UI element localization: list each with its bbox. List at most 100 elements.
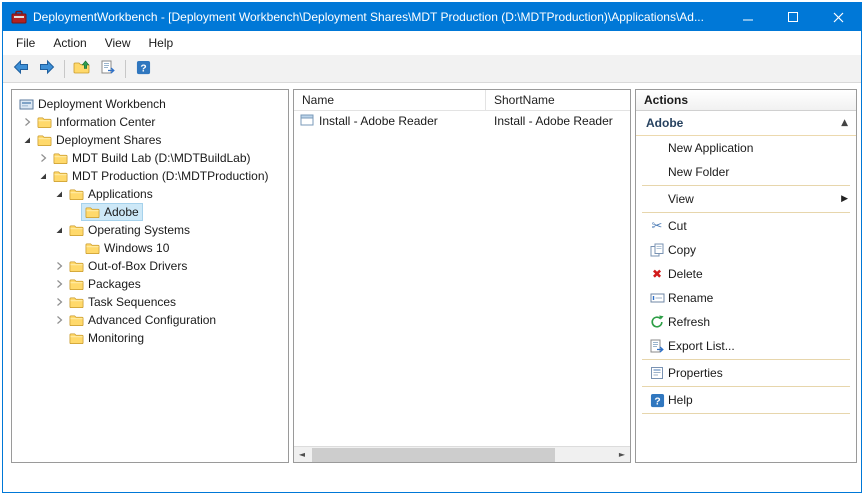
- folder-icon: [36, 134, 52, 147]
- tree-item-mdt-production-d-mdtproduction[interactable]: MDT Production (D:\MDTProduction): [12, 167, 288, 185]
- tree-item-deployment-shares[interactable]: Deployment Shares: [12, 131, 288, 149]
- maximize-button[interactable]: [771, 3, 816, 31]
- scrollbar-track[interactable]: [310, 447, 614, 463]
- chevron-collapsed-icon[interactable]: [52, 261, 66, 271]
- action-cut[interactable]: ✂Cut: [636, 214, 856, 238]
- actions-separator: [642, 185, 850, 186]
- action-new-application[interactable]: New Application: [636, 136, 856, 160]
- tree-item-applications[interactable]: Applications: [12, 185, 288, 203]
- tree-item-advanced-configuration[interactable]: Advanced Configuration: [12, 311, 288, 329]
- chevron-expanded-icon[interactable]: [36, 171, 50, 181]
- tree-item-label: Out-of-Box Drivers: [88, 259, 187, 273]
- scroll-left-button[interactable]: ◄: [294, 447, 310, 463]
- chevron-collapsed-icon[interactable]: [20, 117, 34, 127]
- action-delete[interactable]: ✖Delete: [636, 262, 856, 286]
- menu-help[interactable]: Help: [140, 33, 183, 53]
- tree-node: Deployment Shares: [34, 132, 164, 148]
- column-header-name[interactable]: Name: [294, 90, 486, 110]
- tree-item-mdt-build-lab-d-mdtbuildlab[interactable]: MDT Build Lab (D:\MDTBuildLab): [12, 149, 288, 167]
- action-properties[interactable]: Properties: [636, 361, 856, 385]
- action-help[interactable]: ?Help: [636, 388, 856, 412]
- application-icon: [300, 114, 314, 129]
- action-refresh[interactable]: Refresh: [636, 310, 856, 334]
- actions-separator: [642, 386, 850, 387]
- minimize-button[interactable]: [726, 3, 771, 31]
- export-toolbar-button[interactable]: [96, 58, 120, 80]
- title-bar[interactable]: DeploymentWorkbench - [Deployment Workbe…: [3, 3, 861, 31]
- forward-toolbar-button[interactable]: [35, 58, 59, 80]
- folder-icon: [52, 170, 68, 183]
- scrollbar-thumb[interactable]: [312, 448, 555, 462]
- app-icon: [11, 9, 27, 25]
- list-rows: Install - Adobe ReaderInstall - Adobe Re…: [294, 111, 630, 446]
- chevron-collapsed-icon[interactable]: [52, 315, 66, 325]
- folder-icon: [68, 296, 84, 309]
- tree-node: Applications: [66, 186, 156, 202]
- window-controls: [726, 3, 861, 31]
- close-button[interactable]: [816, 3, 861, 31]
- tree-item-windows-10[interactable]: Windows 10: [12, 239, 288, 257]
- workbench-icon: [18, 98, 34, 111]
- tree-item-label: Applications: [88, 187, 153, 201]
- tree-item-label: Adobe: [104, 205, 139, 219]
- column-header-shortname[interactable]: ShortName: [486, 90, 630, 110]
- console-tree-pane: Deployment Workbench Information Center De…: [11, 89, 289, 463]
- tree-item-out-of-box-drivers[interactable]: Out-of-Box Drivers: [12, 257, 288, 275]
- action-copy[interactable]: Copy: [636, 238, 856, 262]
- action-item-label: Export List...: [668, 339, 735, 353]
- tree-item-deployment-workbench[interactable]: Deployment Workbench: [12, 95, 288, 113]
- action-export-list[interactable]: Export List...: [636, 334, 856, 358]
- delete-icon: ✖: [646, 267, 668, 281]
- help-toolbar-button[interactable]: ?: [131, 58, 155, 80]
- help-icon: ?: [136, 60, 151, 78]
- chevron-collapsed-icon[interactable]: [52, 297, 66, 307]
- tree-item-task-sequences[interactable]: Task Sequences: [12, 293, 288, 311]
- actions-section-label: Adobe: [646, 116, 683, 130]
- tree-item-label: Task Sequences: [88, 295, 176, 309]
- copy-icon: [646, 243, 668, 257]
- tree-item-adobe[interactable]: Adobe: [12, 203, 288, 221]
- folder-icon: [36, 116, 52, 129]
- up-toolbar-button[interactable]: [70, 58, 94, 80]
- actions-separator: [642, 212, 850, 213]
- back-toolbar-button[interactable]: [9, 58, 33, 80]
- tree-item-label: Monitoring: [88, 331, 144, 345]
- menu-file[interactable]: File: [7, 33, 44, 53]
- horizontal-scrollbar[interactable]: ◄ ►: [294, 446, 630, 462]
- action-rename[interactable]: Rename: [636, 286, 856, 310]
- scroll-right-button[interactable]: ►: [614, 447, 630, 463]
- tree-node: Monitoring: [66, 330, 147, 346]
- up-icon: [73, 60, 91, 78]
- chevron-collapsed-icon[interactable]: [52, 279, 66, 289]
- action-item-label: Help: [668, 393, 693, 407]
- tree-item-monitoring[interactable]: Monitoring: [12, 329, 288, 347]
- chevron-collapsed-icon[interactable]: [36, 153, 50, 163]
- close-icon: [833, 12, 844, 23]
- back-icon: [12, 59, 30, 78]
- list-item-name: Install - Adobe Reader: [319, 114, 438, 128]
- export-icon: [100, 60, 116, 78]
- action-item-label: New Application: [668, 141, 753, 155]
- action-item-label: Rename: [668, 291, 713, 305]
- tree-node: Information Center: [34, 114, 158, 130]
- collapse-section-icon[interactable]: ▲: [841, 118, 848, 128]
- menu-view[interactable]: View: [96, 33, 140, 53]
- actions-section-adobe[interactable]: Adobe ▲: [636, 111, 856, 136]
- tree-item-information-center[interactable]: Information Center: [12, 113, 288, 131]
- tree-item-operating-systems[interactable]: Operating Systems: [12, 221, 288, 239]
- list-item[interactable]: Install - Adobe ReaderInstall - Adobe Re…: [294, 111, 630, 131]
- action-view[interactable]: View▶: [636, 187, 856, 211]
- chevron-expanded-icon[interactable]: [20, 135, 34, 145]
- toolbar-separator: [125, 60, 126, 78]
- chevron-expanded-icon[interactable]: [52, 225, 66, 235]
- tree-node: Packages: [66, 276, 144, 292]
- menu-action[interactable]: Action: [44, 33, 95, 53]
- chevron-expanded-icon[interactable]: [52, 189, 66, 199]
- action-item-label: Delete: [668, 267, 703, 281]
- tree-item-label: Deployment Workbench: [38, 97, 166, 111]
- action-new-folder[interactable]: New Folder: [636, 160, 856, 184]
- results-pane: Name ShortName Install - Adobe ReaderIns…: [293, 89, 631, 463]
- minimize-icon: [743, 12, 754, 23]
- tree-item-packages[interactable]: Packages: [12, 275, 288, 293]
- folder-icon: [68, 224, 84, 237]
